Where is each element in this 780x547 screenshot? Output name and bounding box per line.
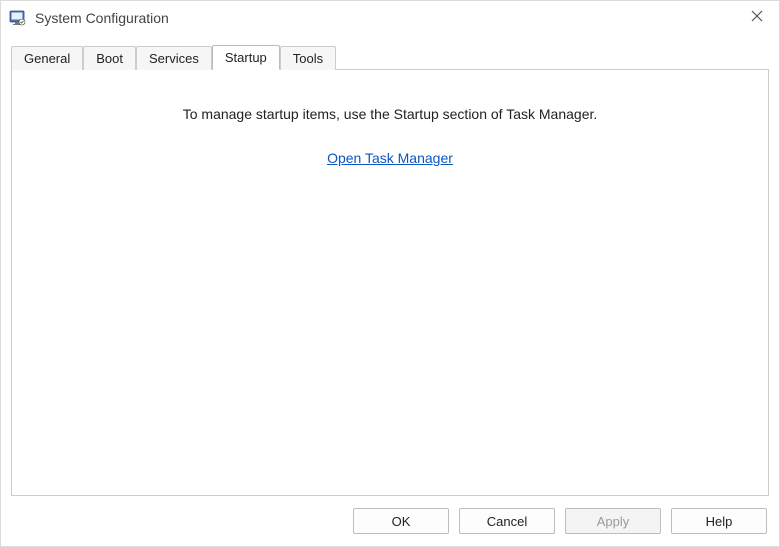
tab-startup[interactable]: Startup	[212, 45, 280, 70]
panel-content: To manage startup items, use the Startup…	[12, 70, 768, 166]
tab-panel-startup: To manage startup items, use the Startup…	[11, 69, 769, 496]
dialog-body: General Boot Services Startup Tools To m…	[1, 35, 779, 496]
tab-general[interactable]: General	[11, 46, 83, 70]
tab-services[interactable]: Services	[136, 46, 212, 70]
close-button[interactable]	[734, 1, 779, 31]
apply-button[interactable]: Apply	[565, 508, 661, 534]
tab-boot[interactable]: Boot	[83, 46, 136, 70]
titlebar: System Configuration	[1, 1, 779, 35]
ok-button[interactable]: OK	[353, 508, 449, 534]
dialog-footer: OK Cancel Apply Help	[1, 496, 779, 546]
system-configuration-window: System Configuration General Boot Servic…	[0, 0, 780, 547]
tab-strip: General Boot Services Startup Tools	[11, 45, 769, 69]
cancel-button[interactable]: Cancel	[459, 508, 555, 534]
tab-tools[interactable]: Tools	[280, 46, 336, 70]
help-button[interactable]: Help	[671, 508, 767, 534]
window-title: System Configuration	[35, 10, 169, 26]
startup-message: To manage startup items, use the Startup…	[12, 106, 768, 122]
system-configuration-icon	[9, 9, 27, 27]
open-task-manager-link[interactable]: Open Task Manager	[327, 150, 453, 166]
